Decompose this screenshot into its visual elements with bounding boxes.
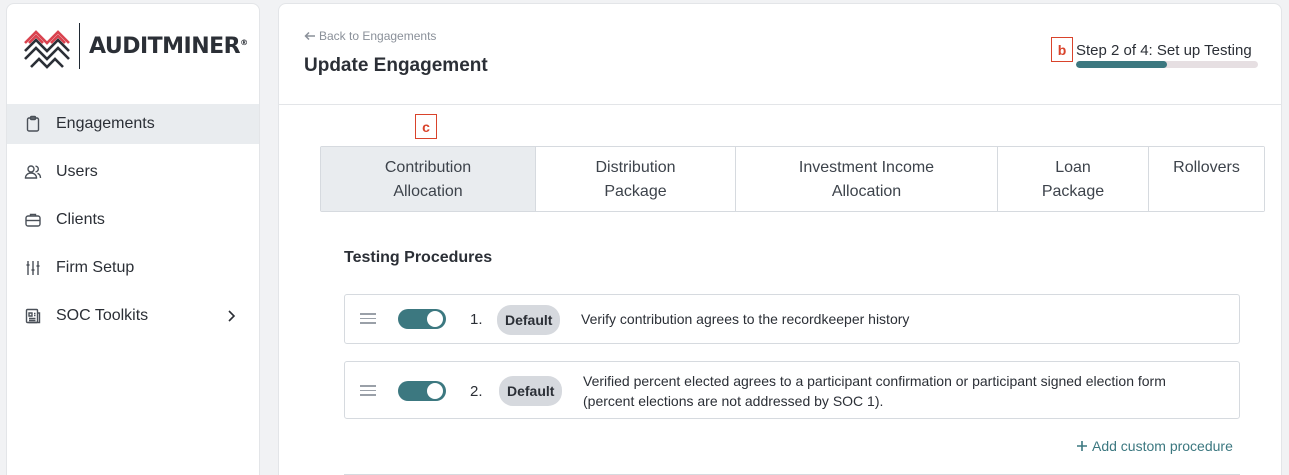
default-badge: Default xyxy=(499,376,563,406)
procedure-number: 1. xyxy=(470,311,483,328)
tab-label-line: Allocation xyxy=(393,183,463,200)
tab-label-line: Package xyxy=(1041,183,1105,200)
tab-label-line: Rollovers xyxy=(1173,159,1240,176)
tab-label-line: Distribution xyxy=(595,159,676,176)
tab-label-line: Package xyxy=(604,183,667,200)
drag-handle-icon[interactable] xyxy=(360,385,376,397)
toggle-knob xyxy=(427,383,443,399)
logo-text: AUDITMINER® xyxy=(89,33,248,59)
app-logo[interactable]: AUDITMINER® xyxy=(23,18,248,74)
tab-label-line: Contribution xyxy=(384,159,472,176)
page-header: Back to Engagements Update Engagement b … xyxy=(279,4,1281,105)
testing-procedures-title: Testing Procedures xyxy=(344,249,493,266)
tab-rollovers[interactable]: Rollovers xyxy=(1149,147,1264,211)
procedure-enabled-toggle[interactable] xyxy=(398,381,446,401)
tab-label-line: Investment Income xyxy=(798,159,935,176)
sidebar-item-label: Clients xyxy=(56,211,105,228)
sidebar-item-label: SOC Toolkits xyxy=(56,307,149,324)
clipboard-icon xyxy=(24,115,42,133)
procedure-text-line: Verify contribution agrees to the record… xyxy=(581,311,910,327)
tab-loan-package[interactable]: Loan Package xyxy=(998,147,1149,211)
procedure-number: 2. xyxy=(470,383,483,400)
toggle-knob xyxy=(427,311,443,327)
users-icon xyxy=(24,163,42,181)
auditminer-logo-mark xyxy=(24,30,70,69)
sidebar: AUDITMINER® Engagements Users Clients Fi… xyxy=(6,3,260,475)
document-icon xyxy=(24,307,42,325)
sidebar-item-engagements[interactable]: Engagements xyxy=(7,104,259,144)
chevron-right-icon xyxy=(223,308,239,324)
back-to-engagements-link[interactable]: Back to Engagements xyxy=(304,29,436,43)
step-indicator: Step 2 of 4: Set up Testing xyxy=(1076,42,1252,59)
back-link-label: Back to Engagements xyxy=(319,29,437,43)
plus-icon xyxy=(1077,441,1087,451)
tab-label-line: Allocation xyxy=(831,183,902,200)
annotation-marker-c: c xyxy=(415,114,437,139)
tab-investment-income-allocation[interactable]: Investment Income Allocation xyxy=(736,147,998,211)
arrow-left-icon xyxy=(304,31,315,41)
procedure-row: 2. Default Verified percent elected agre… xyxy=(344,361,1240,419)
procedure-description: Verify contribution agrees to the record… xyxy=(581,309,909,329)
procedure-text-line: (percent elections are not addressed by … xyxy=(583,393,884,409)
annotation-marker-b: b xyxy=(1051,37,1073,62)
tab-label-line: Loan xyxy=(1055,159,1091,176)
main-panel: Back to Engagements Update Engagement b … xyxy=(278,3,1282,475)
add-custom-procedure-label: Add custom procedure xyxy=(1092,438,1233,454)
drag-handle-icon[interactable] xyxy=(360,313,376,325)
procedure-enabled-toggle[interactable] xyxy=(398,309,446,329)
sliders-icon xyxy=(24,259,42,277)
step-progress-fill xyxy=(1076,61,1167,68)
procedure-row: 1. Default Verify contribution agrees to… xyxy=(344,294,1240,344)
add-custom-procedure-button[interactable]: Add custom procedure xyxy=(1076,438,1233,454)
step-progress-bar xyxy=(1076,61,1258,68)
page-title: Update Engagement xyxy=(304,55,488,76)
sidebar-item-clients[interactable]: Clients xyxy=(7,200,259,240)
sidebar-nav: Engagements Users Clients Firm Setup SOC… xyxy=(7,104,259,344)
briefcase-icon xyxy=(24,211,42,229)
procedure-description: Verified percent elected agrees to a par… xyxy=(583,371,1166,411)
sidebar-item-users[interactable]: Users xyxy=(7,152,259,192)
procedure-text-line: Verified percent elected agrees to a par… xyxy=(583,373,1166,389)
sidebar-item-firm-setup[interactable]: Firm Setup xyxy=(7,248,259,288)
sidebar-item-label: Engagements xyxy=(56,115,155,132)
tab-distribution-package[interactable]: Distribution Package xyxy=(536,147,736,211)
procedure-category-tabs: Contribution Allocation Distribution Pac… xyxy=(320,146,1265,212)
sidebar-item-soc-toolkits[interactable]: SOC Toolkits xyxy=(7,296,259,336)
tab-contribution-allocation[interactable]: Contribution Allocation xyxy=(321,147,536,211)
default-badge: Default xyxy=(497,305,561,335)
sidebar-item-label: Firm Setup xyxy=(56,259,135,276)
sidebar-item-label: Users xyxy=(56,163,98,180)
